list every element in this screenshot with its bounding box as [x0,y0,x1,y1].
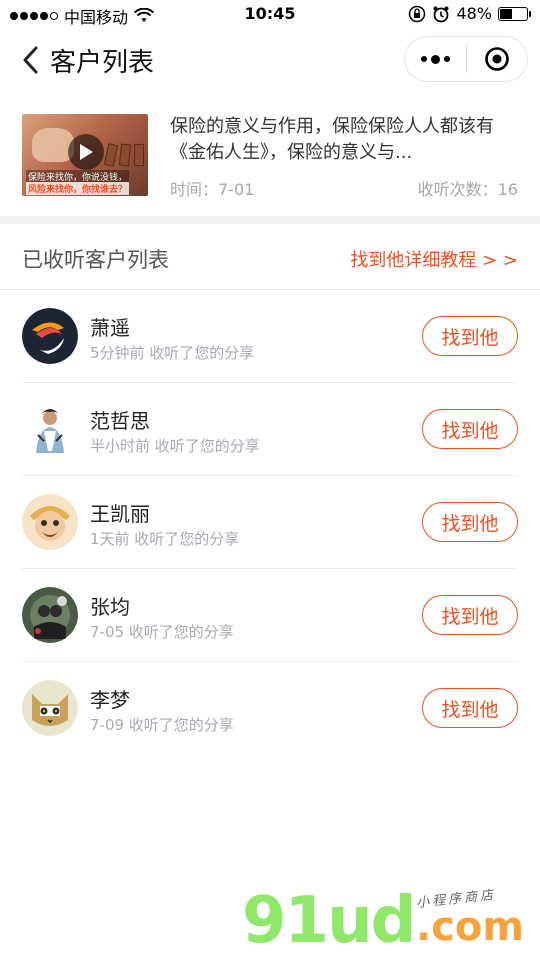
play-button[interactable] [68,134,104,170]
site-watermark: 91ud 小程序商店 .com [240,880,540,960]
thumbnail-domino [118,143,132,167]
find-him-button[interactable]: 找到他 [422,316,518,356]
status-right: 48% [408,4,531,23]
article-meta: 时间：7-01 收听次数：16 [170,176,520,200]
article-listen-count: 收听次数：16 [417,180,518,199]
back-button[interactable] [16,44,44,76]
find-him-button[interactable]: 找到他 [422,595,518,635]
list-item[interactable]: 李梦 7-09 收听了您的分享 找到他 [0,662,540,755]
section-divider [0,216,540,224]
avatar [22,308,78,364]
orientation-lock-icon [409,5,426,22]
battery-icon [498,6,531,21]
article-card[interactable]: 保险来找你，你说没钱， 风险来找你，你找谁去？ 保险的意义与作用，保险保险人人都… [0,104,540,214]
watermark-suffix: .com [416,904,525,950]
nav-bar: 客户列表 [0,30,540,90]
avatar [22,494,78,550]
battery-fill [500,8,513,19]
thumbnail-caption-2: 风险来找你，你找谁去？ [26,182,130,195]
chevron-left-icon [23,46,38,74]
listened-section-header: 已收听客户列表 找到他详细教程 > > [0,224,540,290]
list-item[interactable]: 萧遥 5分钟前 收听了您的分享 找到他 [0,290,540,383]
customer-name: 王凯丽 [90,502,150,526]
tutorial-link[interactable]: 找到他详细教程 > > [350,246,518,272]
customer-name: 李梦 [90,688,130,712]
customer-activity: 5分钟前 收听了您的分享 [90,344,255,362]
find-him-button[interactable]: 找到他 [422,688,518,728]
section-title: 已收听客户列表 [22,248,169,272]
list-item[interactable]: 范哲思 半小时前 收听了您的分享 找到他 [0,383,540,476]
close-mini-program-button[interactable] [467,37,528,81]
find-him-button[interactable]: 找到他 [422,409,518,449]
customer-activity: 1天前 收听了您的分享 [90,530,240,548]
alarm-icon [433,6,449,22]
customer-activity: 7-05 收听了您的分享 [90,623,234,641]
customer-name: 范哲思 [90,409,150,433]
more-dots-icon [420,54,450,64]
avatar [22,587,78,643]
list-item[interactable]: 王凯丽 1天前 收听了您的分享 找到他 [0,476,540,569]
play-icon [80,144,93,160]
mini-program-capsule [404,36,528,82]
page-title: 客户列表 [50,48,155,78]
article-title[interactable]: 保险的意义与作用，保险保险人人都该有《金佑人生》，保险的意义与... [170,114,520,166]
customer-name: 张均 [90,595,130,619]
customer-activity: 半小时前 收听了您的分享 [90,437,260,455]
more-button[interactable] [405,37,466,81]
article-time: 时间：7-01 [170,180,255,199]
find-him-button[interactable]: 找到他 [422,502,518,542]
article-thumbnail[interactable]: 保险来找你，你说没钱， 风险来找你，你找谁去？ [22,114,148,196]
customer-activity: 7-09 收听了您的分享 [90,716,234,734]
list-item[interactable]: 张均 7-05 收听了您的分享 找到他 [0,569,540,662]
avatar [22,401,78,457]
status-bar: 中国移动 10:45 48% [0,0,540,30]
battery-percent: 48% [456,4,492,23]
thumbnail-domino [134,144,144,166]
avatar [22,680,78,736]
customer-name: 萧遥 [90,316,130,340]
customer-list: 萧遥 5分钟前 收听了您的分享 找到他 范哲思 半小时前 收听了您的分享 找到他 [0,290,540,755]
thumbnail-domino [103,143,119,167]
target-close-icon [484,47,509,71]
watermark-main: 91ud [242,884,416,958]
